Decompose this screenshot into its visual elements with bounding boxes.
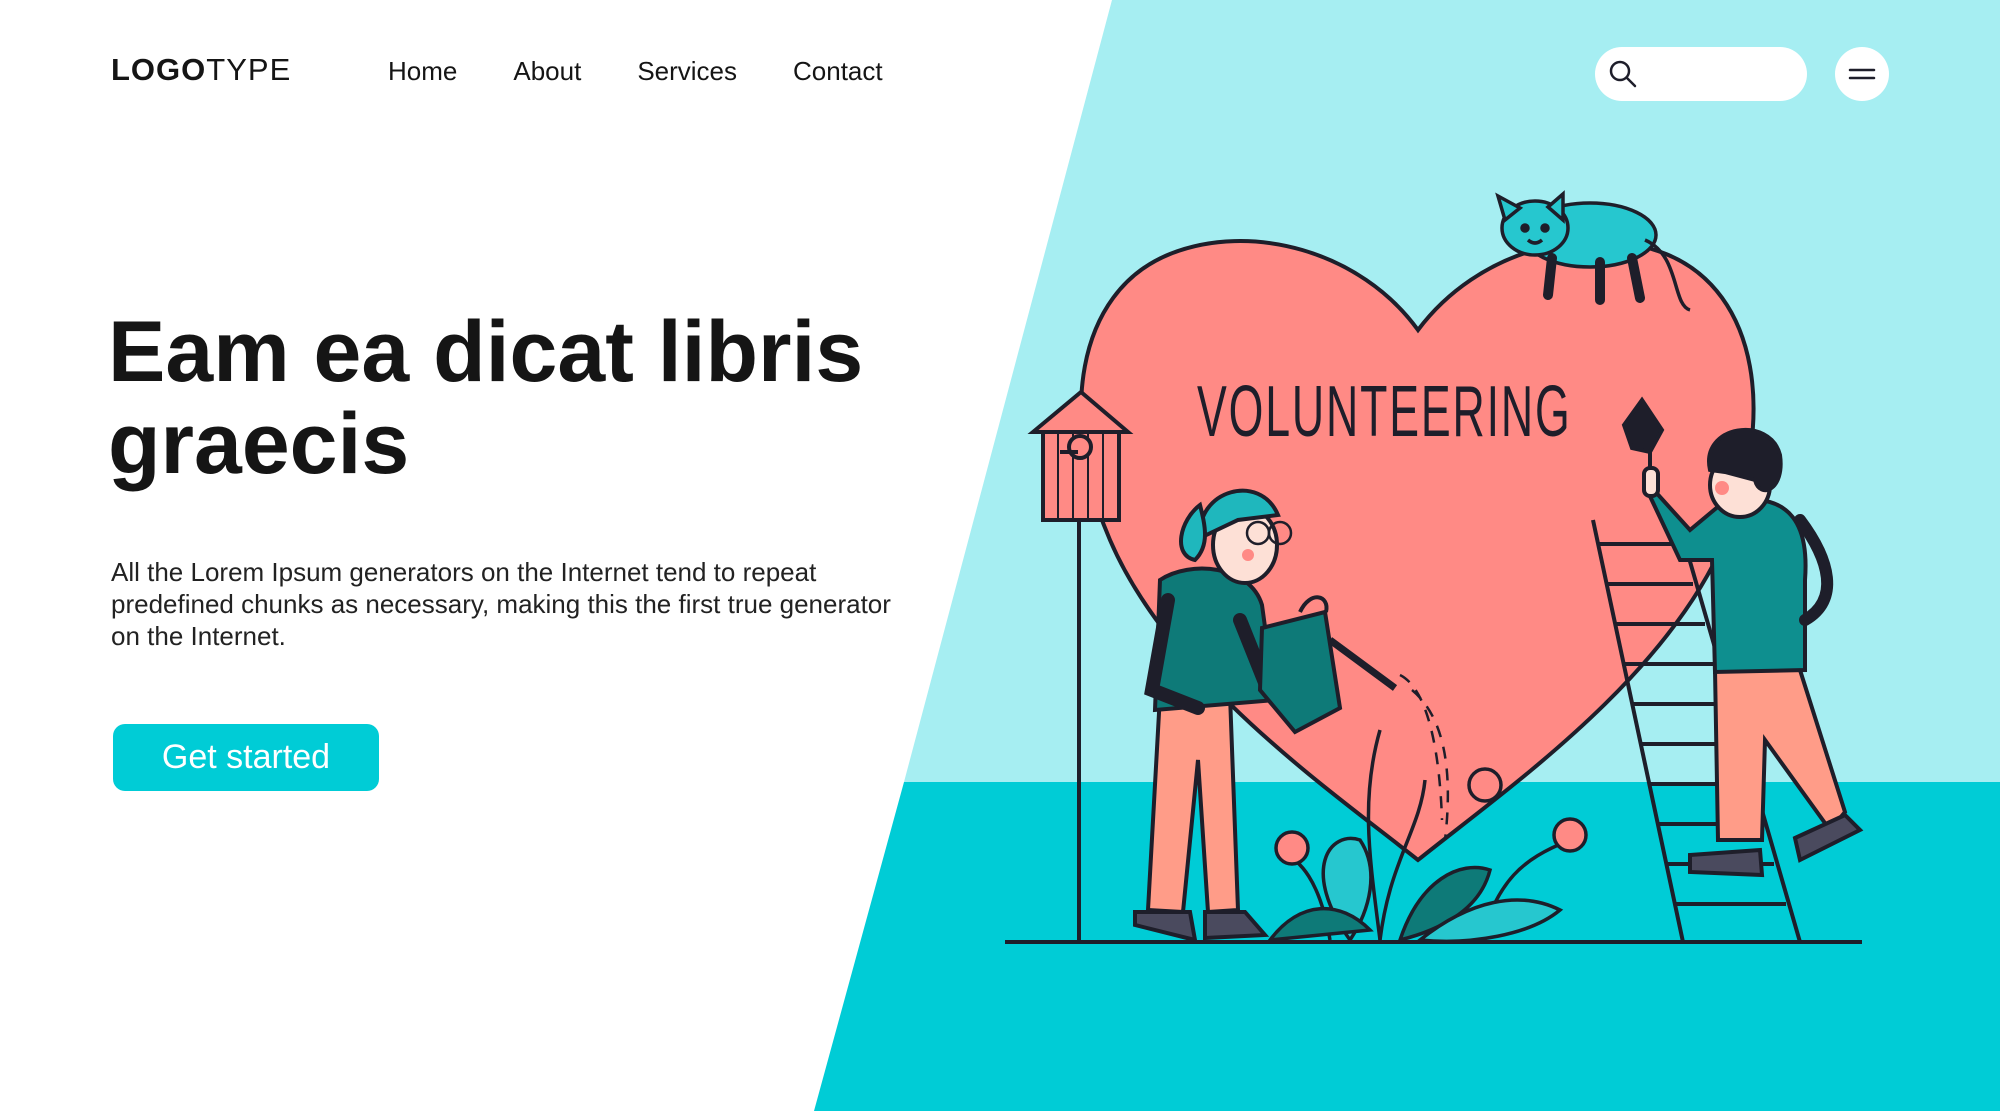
search-icon[interactable] xyxy=(1607,58,1639,90)
get-started-button[interactable]: Get started xyxy=(113,724,379,791)
menu-button[interactable] xyxy=(1835,47,1889,101)
nav-about-link[interactable]: About xyxy=(513,56,581,87)
search-box[interactable] xyxy=(1595,47,1807,101)
logo[interactable]: LOGOTYPE xyxy=(111,52,291,88)
volunteering-heart-text: VOLUNTEERING xyxy=(1197,372,1572,452)
menu-icon xyxy=(1848,68,1876,80)
main-nav: Home About Services Contact xyxy=(388,56,883,87)
nav-contact-link[interactable]: Contact xyxy=(793,56,883,87)
hero-description: All the Lorem Ipsum generators on the In… xyxy=(111,557,891,651)
nav-home-link[interactable]: Home xyxy=(388,56,457,87)
logo-light: TYPE xyxy=(206,52,292,87)
search-input[interactable] xyxy=(1645,57,1799,93)
logo-bold: LOGO xyxy=(111,52,207,87)
hero-title: Eam ea dicat libris graecis xyxy=(108,304,864,492)
nav-services-link[interactable]: Services xyxy=(637,56,737,87)
